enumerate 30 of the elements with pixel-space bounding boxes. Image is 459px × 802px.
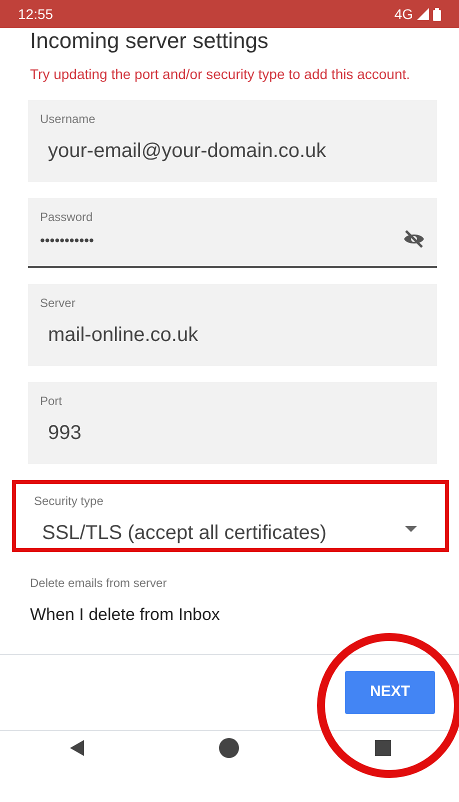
field-value: •••••••••••: [40, 231, 94, 250]
network-label: 4G: [394, 4, 413, 24]
field-label: Security type: [34, 493, 104, 510]
input-field[interactable]: Port 993: [28, 382, 437, 464]
input-field[interactable]: Username your-email@your-domain.co.uk: [28, 100, 437, 182]
error-message: Try updating the port and/or security type to add this account.: [29, 65, 412, 84]
next-button[interactable]: NEXT: [345, 671, 435, 714]
eye-off-icon[interactable]: [403, 230, 425, 248]
home-icon[interactable]: [219, 738, 240, 758]
battery-icon: [433, 8, 441, 20]
field-value: When I delete from Inbox: [30, 604, 220, 626]
status-time: 12:55: [18, 4, 54, 24]
back-icon[interactable]: [68, 740, 84, 756]
signal-icon: [417, 8, 429, 20]
field-value: SSL/TLS (accept all certificates): [41, 521, 327, 546]
dropdown-arrow-icon[interactable]: [405, 526, 417, 532]
dropdown-field[interactable]: Delete emails from server When I delete from Inbox: [28, 568, 437, 638]
field-label: Delete emails from server: [30, 575, 168, 592]
field-value: your-email@your-domain.co.uk: [47, 139, 326, 164]
input-field[interactable]: Password •••••••••••: [28, 198, 437, 268]
field-label: Username: [40, 111, 96, 128]
page-title: Incoming server settings: [29, 28, 270, 54]
field-value: mail-online.co.uk: [47, 323, 198, 348]
field-label: Server: [40, 295, 76, 312]
recents-icon[interactable]: [375, 740, 392, 756]
field-label: Port: [40, 393, 64, 410]
input-field[interactable]: Server mail-online.co.uk: [28, 284, 437, 366]
dropdown-field[interactable]: Security type SSL/TLS (accept all certificates): [28, 480, 437, 552]
field-value: 993: [47, 421, 82, 446]
field-label: Password: [40, 209, 94, 226]
